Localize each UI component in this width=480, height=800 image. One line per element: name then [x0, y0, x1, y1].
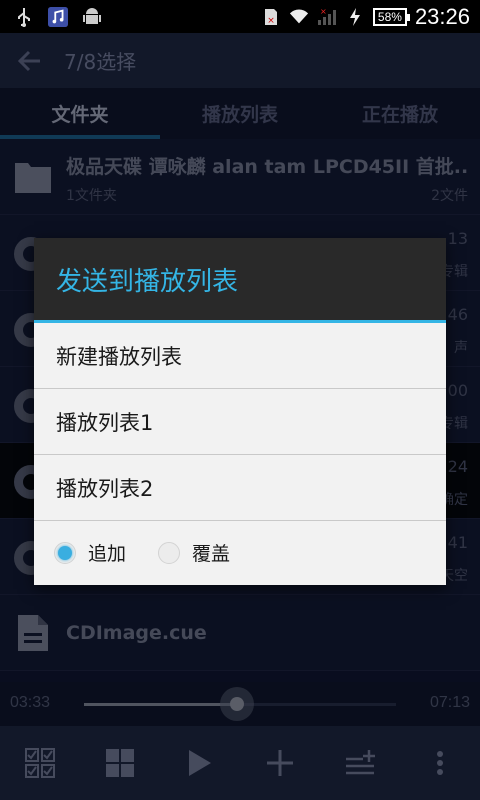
signal-icon: ×	[317, 7, 337, 27]
dialog-title: 发送到播放列表	[56, 266, 239, 297]
wifi-icon	[289, 7, 309, 27]
overwrite-radio[interactable]	[158, 541, 181, 564]
append-option[interactable]: 追加	[54, 539, 126, 566]
android-icon	[82, 7, 102, 27]
sim-error-icon: ×	[261, 7, 281, 27]
playlist-item-2[interactable]: 播放列表2	[34, 455, 446, 521]
overwrite-option[interactable]: 覆盖	[158, 539, 230, 566]
send-to-playlist-dialog: 发送到播放列表 新建播放列表 播放列表1 播放列表2 追加 覆盖	[34, 238, 446, 585]
battery-indicator: 58%	[372, 7, 410, 26]
status-bar: × × 58% 23:26	[0, 0, 480, 33]
svg-text:×: ×	[267, 16, 275, 26]
playlist-item-1[interactable]: 播放列表1	[34, 389, 446, 455]
svg-text:×: ×	[320, 8, 327, 16]
usb-icon	[14, 7, 34, 27]
clock: 23:26	[414, 3, 470, 29]
music-app-icon	[48, 6, 68, 27]
mode-options: 追加 覆盖	[34, 521, 446, 584]
append-radio[interactable]	[54, 541, 76, 564]
append-label: 追加	[88, 543, 127, 565]
overwrite-label: 覆盖	[192, 543, 231, 565]
dialog-header: 发送到播放列表	[34, 238, 446, 323]
new-playlist-item[interactable]: 新建播放列表	[34, 323, 446, 389]
charging-icon	[345, 7, 365, 27]
